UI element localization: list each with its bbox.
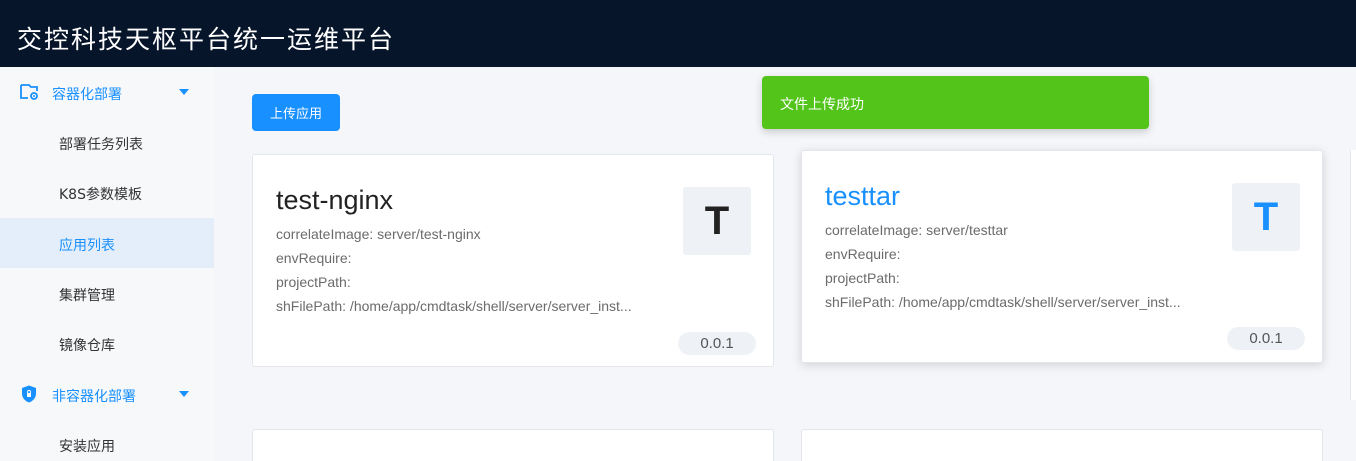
version-badge: 0.0.1	[678, 332, 756, 355]
sidebar-group-label: 非容器化部署	[52, 389, 136, 405]
sidebar-item-label: 安装应用	[59, 439, 115, 455]
app-card-correlate-image: correlateImage: server/testtar	[825, 222, 1008, 238]
app-card-title[interactable]: test-nginx	[276, 185, 393, 216]
caret-down-icon	[179, 391, 189, 397]
app-card-project-path: projectPath:	[825, 270, 900, 286]
sidebar-item-label: 应用列表	[59, 238, 115, 254]
app-card-sh-file-path: shFilePath: /home/app/cmdtask/shell/serv…	[825, 294, 1181, 310]
sidebar-item-label: 部署任务列表	[59, 137, 143, 153]
toast-message: 文件上传成功	[780, 97, 864, 113]
version-badge: 0.0.1	[1227, 327, 1305, 350]
sidebar-item-deploy-tasks[interactable]: 部署任务列表	[0, 117, 214, 167]
app-avatar: T	[683, 187, 751, 255]
sidebar-group-non-container-deploy[interactable]: 非容器化部署	[0, 369, 214, 419]
caret-down-icon	[179, 89, 189, 95]
app-avatar: T	[1232, 183, 1300, 251]
container-settings-icon	[20, 84, 38, 100]
sidebar-item-label: 集群管理	[59, 288, 115, 304]
app-card-sh-file-path: shFilePath: /home/app/cmdtask/shell/serv…	[276, 298, 632, 314]
app-card-title[interactable]: testtar	[825, 181, 900, 212]
sidebar-item-label: K8S参数模板	[59, 187, 142, 203]
sidebar-item-install-app[interactable]: 安装应用	[0, 419, 214, 461]
sidebar-item-cluster-management[interactable]: 集群管理	[0, 268, 214, 318]
app-card-env-require: envRequire:	[276, 250, 352, 266]
app-card-env-require: envRequire:	[825, 246, 901, 262]
sidebar-item-label: 镜像仓库	[59, 338, 115, 354]
sidebar-item-app-list[interactable]: 应用列表	[0, 218, 214, 268]
shield-icon	[22, 385, 36, 403]
app-card-project-path: projectPath:	[276, 274, 351, 290]
app-card[interactable]: testtar correlateImage: server/testtar e…	[801, 150, 1323, 363]
upload-app-button[interactable]: 上传应用	[252, 94, 340, 131]
app-card-partial[interactable]	[1350, 150, 1356, 400]
sidebar-item-image-registry[interactable]: 镜像仓库	[0, 318, 214, 368]
app-card[interactable]	[801, 429, 1323, 461]
app-card-correlate-image: correlateImage: server/test-nginx	[276, 226, 481, 242]
success-toast: 文件上传成功	[762, 76, 1149, 129]
sidebar-item-k8s-templates[interactable]: K8S参数模板	[0, 167, 214, 217]
sidebar: 容器化部署 部署任务列表 K8S参数模板 应用列表 集群管理 镜像仓库 非容器化…	[0, 67, 214, 461]
sidebar-group-label: 容器化部署	[52, 87, 122, 103]
app-title: 交控科技天枢平台统一运维平台	[17, 25, 396, 54]
top-header: 交控科技天枢平台统一运维平台	[0, 0, 1356, 67]
app-card[interactable]	[252, 429, 774, 461]
app-card[interactable]: test-nginx correlateImage: server/test-n…	[252, 154, 774, 367]
sidebar-group-container-deploy[interactable]: 容器化部署	[0, 67, 214, 117]
